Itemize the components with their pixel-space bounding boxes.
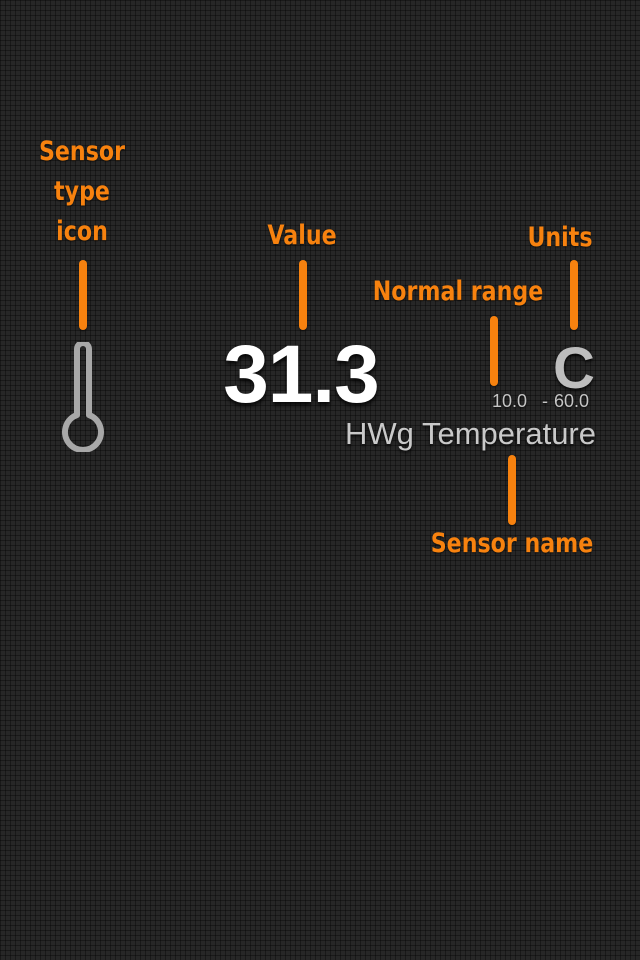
range-separator: - bbox=[542, 391, 548, 411]
thermometer-icon bbox=[58, 340, 108, 453]
sensor-name: HWg Temperature bbox=[345, 416, 596, 451]
annotation-sensor-type-icon: Sensor type icon bbox=[33, 132, 131, 252]
annotation-line: Sensor bbox=[38, 136, 126, 167]
annotation-sensor-name: Sensor name bbox=[430, 528, 594, 559]
annotation-normal-range: Normal range bbox=[372, 276, 544, 307]
sensor-value: 31.3 bbox=[223, 329, 380, 420]
annotation-pointer-icon bbox=[79, 260, 87, 330]
range-min: 10.0 bbox=[492, 391, 528, 411]
annotation-line: type bbox=[54, 176, 110, 207]
annotation-line: icon bbox=[56, 216, 108, 247]
annotation-pointer-units bbox=[570, 260, 578, 330]
annotation-pointer-name bbox=[508, 455, 516, 525]
range-max: 60.0 bbox=[554, 391, 590, 411]
annotation-pointer-value bbox=[299, 260, 307, 330]
normal-range: 10.0 - 60.0 bbox=[480, 389, 598, 413]
annotation-units: Units bbox=[527, 222, 593, 253]
annotation-pointer-range bbox=[490, 316, 498, 386]
annotation-value: Value bbox=[267, 220, 337, 251]
